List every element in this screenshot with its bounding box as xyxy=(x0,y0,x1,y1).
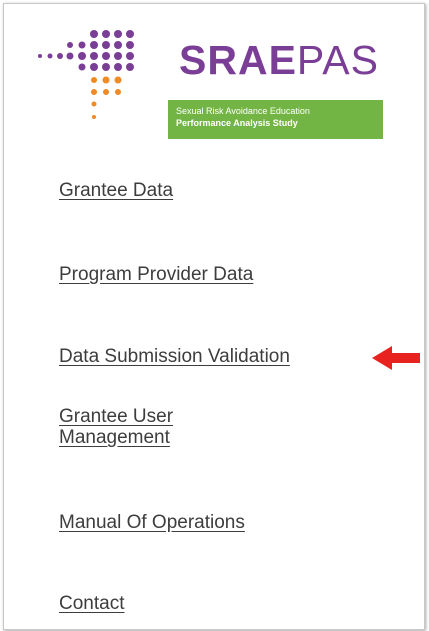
logo-wordmark-bold: SRAE xyxy=(179,37,297,83)
sidebar-panel: SRAEPAS Sexual Risk Avoidance Education … xyxy=(3,3,425,630)
nav-link-contact[interactable]: Contact xyxy=(59,593,124,614)
nav-link-manual-of-operations[interactable]: Manual Of Operations xyxy=(59,512,245,533)
sraepas-logo[interactable]: SRAEPAS Sexual Risk Avoidance Education … xyxy=(34,22,383,139)
nav-link-grantee-user-management[interactable]: Grantee User Management xyxy=(59,406,259,448)
dot-grid-icon xyxy=(38,30,134,119)
logo-wordmark: SRAEPAS xyxy=(179,40,379,81)
logo-tagline-line2: Performance Analysis Study xyxy=(176,118,298,128)
red-arrow-left-icon xyxy=(372,346,420,370)
nav-link-grantee-data[interactable]: Grantee Data xyxy=(59,180,173,201)
logo-tagline: Sexual Risk Avoidance Education Performa… xyxy=(168,100,383,139)
nav-link-program-provider-data[interactable]: Program Provider Data xyxy=(59,264,253,285)
logo-wordmark-light: PAS xyxy=(296,37,379,83)
logo-tagline-line1: Sexual Risk Avoidance Education xyxy=(176,106,310,116)
nav-link-data-submission-validation[interactable]: Data Submission Validation xyxy=(59,346,290,367)
